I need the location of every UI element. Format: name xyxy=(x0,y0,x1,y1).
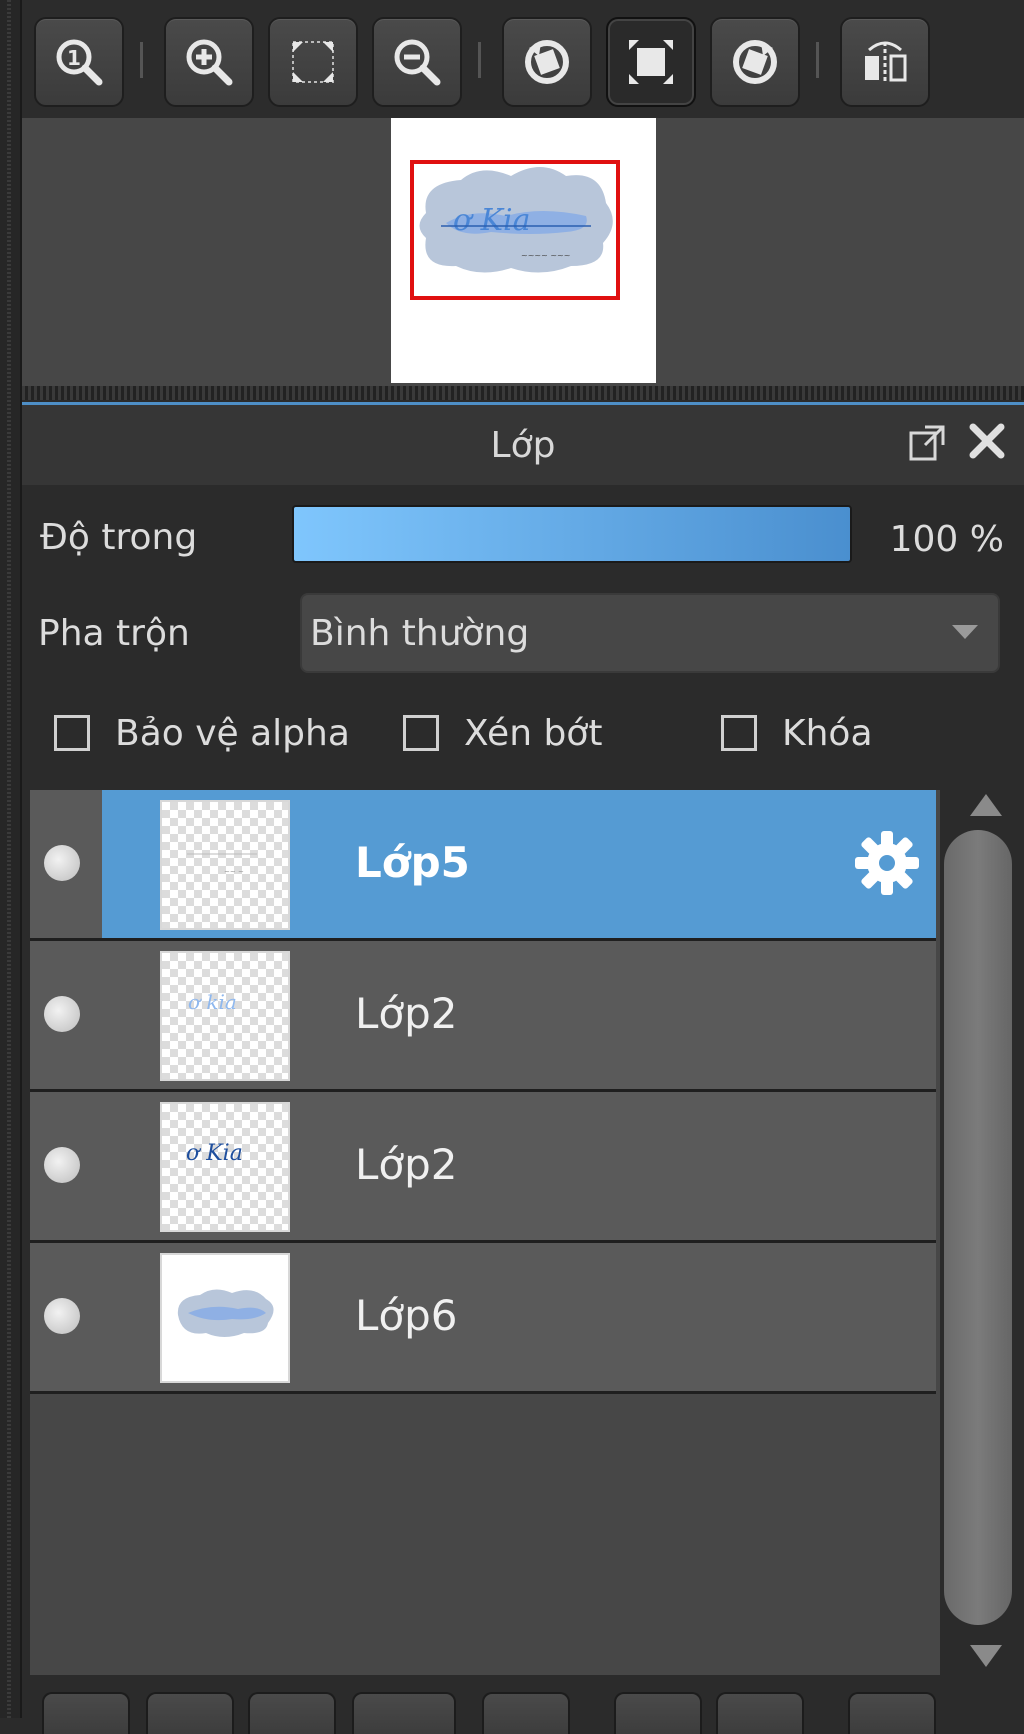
layer-thumbnail: ơ kia xyxy=(160,951,290,1081)
layer-thumbnail xyxy=(160,1253,290,1383)
canvas-thumbnail: ơ Kia ~~~~ ~~~ xyxy=(391,118,656,383)
zoom-in-button[interactable] xyxy=(164,17,254,107)
import-layer-button[interactable] xyxy=(352,1692,456,1734)
rotate-right-icon xyxy=(733,40,777,84)
protect-alpha-label: Bảo vệ alpha xyxy=(115,713,350,754)
zoom-out-button[interactable] xyxy=(372,17,462,107)
zoom-actual-size-icon: 1 xyxy=(56,39,103,86)
zoom-out-icon xyxy=(394,39,441,86)
fit-to-screen-icon xyxy=(292,41,334,83)
visibility-toggle[interactable] xyxy=(44,1298,80,1334)
fit-to-screen-button[interactable] xyxy=(268,17,358,107)
layer-name: Lớp2 xyxy=(355,1140,458,1189)
layer-toolbar xyxy=(22,1678,1024,1734)
delete-layer-button[interactable] xyxy=(848,1692,936,1734)
layer-list: ~~ ~ Lớp5 ơ kia Lớp2 ơ Kia Lớp2 Lớp6 xyxy=(30,790,940,1675)
close-icon[interactable] xyxy=(967,421,1007,461)
opacity-fill xyxy=(294,507,850,561)
flip-horizontal-button[interactable] xyxy=(840,17,930,107)
clear-layer-button[interactable] xyxy=(614,1692,702,1734)
chevron-down-icon xyxy=(952,625,978,639)
layer-thumbnail: ơ Kia xyxy=(160,1102,290,1232)
layer-panel-header: Lớp xyxy=(22,405,1024,485)
blend-mode-select[interactable]: Bình thường xyxy=(300,593,1000,673)
popout-icon[interactable] xyxy=(907,423,947,463)
protect-alpha-checkbox[interactable] xyxy=(54,715,90,751)
layer-name: Lớp6 xyxy=(355,1291,458,1340)
svg-text:ơ Kia: ơ Kia xyxy=(186,1141,243,1166)
lock-checkbox[interactable] xyxy=(721,715,757,751)
layer-thumbnail: ~~ ~ xyxy=(160,800,290,930)
panel-edge-handle[interactable] xyxy=(0,0,22,1718)
navigator-preview[interactable]: ơ Kia ~~~~ ~~~ xyxy=(22,118,1024,386)
svg-text:1: 1 xyxy=(67,46,81,70)
visibility-toggle[interactable] xyxy=(44,996,80,1032)
scroll-thumb[interactable] xyxy=(944,830,1012,1625)
reset-view-icon xyxy=(629,40,673,84)
gear-icon[interactable] xyxy=(852,828,922,898)
move-layer-button[interactable] xyxy=(716,1692,804,1734)
lock-label: Khóa xyxy=(782,713,873,754)
svg-text:~~ ~: ~~ ~ xyxy=(224,868,244,876)
layer-row[interactable]: Lớp6 xyxy=(30,1243,936,1394)
rotate-right-button[interactable] xyxy=(710,17,800,107)
layer-name: Lớp5 xyxy=(355,838,470,887)
merge-layer-button[interactable] xyxy=(482,1692,570,1734)
new-layer-button[interactable] xyxy=(42,1692,130,1734)
visibility-toggle[interactable] xyxy=(44,1147,80,1183)
clipping-checkbox[interactable] xyxy=(403,715,439,751)
visibility-toggle[interactable] xyxy=(44,845,80,881)
rotate-left-icon xyxy=(525,40,569,84)
scroll-up-arrow-icon[interactable] xyxy=(970,794,1002,816)
panel-splitter[interactable] xyxy=(22,386,1024,400)
zoom-actual-size-button[interactable]: 1 xyxy=(34,17,124,107)
blend-label: Pha trộn xyxy=(38,613,190,654)
layer-row[interactable]: ơ Kia Lớp2 xyxy=(30,1092,936,1243)
reset-view-button[interactable] xyxy=(606,17,696,107)
new-folder-button[interactable] xyxy=(248,1692,336,1734)
opacity-value: 100 % xyxy=(889,519,1004,560)
navigator-toolbar: 1 xyxy=(22,0,1024,118)
scroll-down-arrow-icon[interactable] xyxy=(970,1645,1002,1667)
layer-row[interactable]: ơ kia Lớp2 xyxy=(30,941,936,1092)
opacity-slider[interactable] xyxy=(292,505,852,563)
layer-row[interactable]: ~~ ~ Lớp5 xyxy=(30,790,936,941)
layer-controls: Độ trong 100 % Pha trộn Bình thường Bảo … xyxy=(22,485,1024,790)
rotate-left-button[interactable] xyxy=(502,17,592,107)
zoom-in-icon xyxy=(186,39,233,86)
blend-mode-value: Bình thường xyxy=(310,613,530,654)
layer-list-scrollbar[interactable] xyxy=(940,790,1024,1675)
layer-name: Lớp2 xyxy=(355,989,458,1038)
viewport-rectangle[interactable] xyxy=(410,160,620,300)
opacity-label: Độ trong xyxy=(40,517,198,558)
flip-horizontal-icon xyxy=(865,41,907,84)
clipping-label: Xén bớt xyxy=(464,713,603,754)
duplicate-layer-button[interactable] xyxy=(146,1692,234,1734)
svg-text:ơ kia: ơ kia xyxy=(188,990,237,1014)
panel-title: Lớp xyxy=(490,425,556,466)
